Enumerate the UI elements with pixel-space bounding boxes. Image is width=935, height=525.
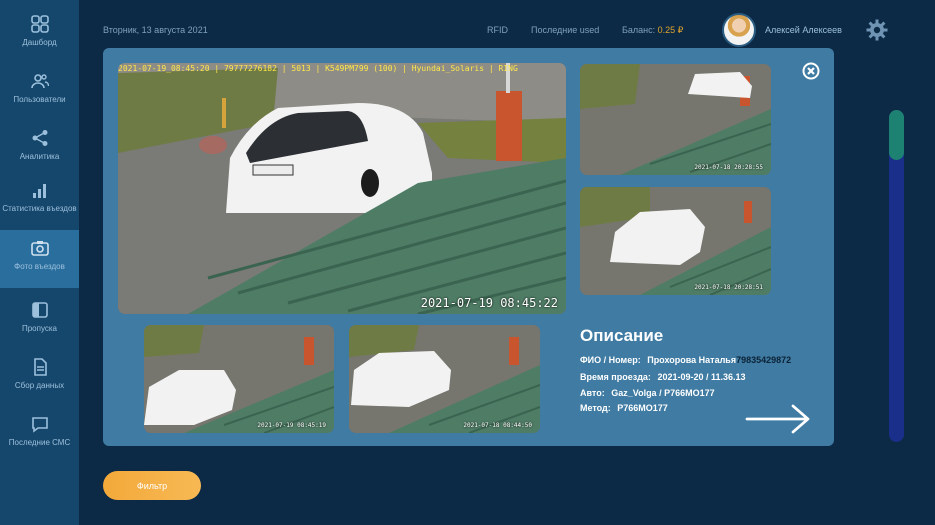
auto-label: Авто: (580, 388, 605, 398)
description-title: Описание (580, 326, 664, 345)
description-time-row: Время проезда: 2021-09-20 / 11.36.13 (580, 372, 746, 382)
thumb-photo-1[interactable]: 2021-07-18 20:28:55 (580, 64, 771, 175)
sidebar-item-users[interactable]: Пользователи (0, 63, 79, 119)
arrow-right-icon[interactable] (745, 402, 811, 436)
header-balance: Баланс: 0.25 ₽ (622, 25, 683, 36)
sidebar-item-label: Статистика въездов (2, 204, 77, 213)
main-photo[interactable]: 2021-07-19_08:45:20 | 79777276182 | 5013… (118, 63, 566, 314)
description-method-row: Метод: Р766МО177 (580, 403, 668, 413)
sidebar-item-entry-stats[interactable]: Статистика въездов (0, 172, 79, 228)
description-auto-row: Авто: Gaz_Volga / Р766МО177 (580, 388, 715, 398)
sidebar-item-dashboard[interactable]: Дашборд (0, 6, 79, 62)
header-date: Вторник, 13 августа 2021 (103, 25, 208, 35)
fio-value: Прохорова Наталья (647, 355, 737, 365)
scrollbar-thumb[interactable] (889, 110, 904, 160)
camera-icon (30, 238, 50, 258)
description-fio-row: ФИО / Номер: Прохорова Наталья7983542987… (580, 355, 791, 365)
sidebar-item-analytics[interactable]: Аналитика (0, 120, 79, 176)
fio-phone: 79835429872 (736, 355, 792, 365)
filter-button[interactable]: Фильтр (103, 471, 201, 500)
fio-label: ФИО / Номер: (580, 355, 641, 365)
auto-value: Gaz_Volga / Р766МО177 (611, 388, 715, 398)
chat-icon (30, 414, 50, 434)
balance-label: Баланс: (622, 25, 656, 35)
sidebar-item-label: Пропуска (21, 324, 57, 333)
thumb-photo-3[interactable]: 2021-07-19 08:45:19 (144, 325, 334, 433)
sidebar-item-label: Аналитика (19, 152, 60, 161)
thumb-photo-2[interactable]: 2021-07-18 20:28:51 (580, 187, 771, 295)
user-name[interactable]: Алексей Алексеев (765, 25, 842, 35)
thumb-photo-4[interactable]: 2021-07-18 08:44:50 (349, 325, 540, 433)
gear-icon[interactable] (866, 19, 888, 41)
thumb-timestamp: 2021-07-18 20:28:55 (694, 164, 763, 171)
avatar[interactable] (722, 13, 756, 47)
main-photo-overlay: 2021-07-19_08:45:20 | 79777276182 | 5013… (118, 64, 518, 73)
sidebar-item-last-sms[interactable]: Последние СМС (0, 406, 79, 462)
sidebar-item-passes[interactable]: Пропуска (0, 292, 79, 348)
sidebar-item-label: Фото въездов (14, 262, 65, 271)
header-rfid-link[interactable]: RFID (487, 25, 508, 35)
share-icon (30, 128, 50, 148)
time-value: 2021-09-20 / 11.36.13 (657, 372, 746, 382)
sidebar-item-label: Последние СМС (8, 438, 71, 447)
balance-value: 0.25 ₽ (657, 25, 684, 35)
time-label: Время проезда: (580, 372, 651, 382)
thumb-timestamp: 2021-07-18 20:28:51 (694, 284, 763, 291)
method-label: Метод: (580, 403, 611, 413)
users-icon (30, 71, 50, 91)
sidebar-item-data-collection[interactable]: Сбор данных (0, 349, 79, 405)
bar-chart-icon (30, 180, 50, 200)
sidebar-item-entry-photos[interactable]: Фото въездов (0, 230, 79, 288)
thumb-timestamp: 2021-07-19 08:45:19 (257, 422, 326, 429)
sidebar-item-label: Дашборд (22, 38, 57, 47)
method-value: Р766МО177 (617, 403, 668, 413)
sidebar-item-label: Пользователи (13, 95, 66, 104)
sidebar-item-label: Сбор данных (14, 381, 65, 390)
thumb-timestamp: 2021-07-18 08:44:50 (463, 422, 532, 429)
header-last-used-link[interactable]: Последние used (531, 25, 599, 35)
sidebar: Дашборд Пользователи Аналитика Статистик… (0, 0, 79, 525)
document-icon (30, 357, 50, 377)
dashboard-icon (30, 14, 50, 34)
main-photo-timestamp: 2021-07-19 08:45:22 (420, 296, 558, 310)
close-icon[interactable] (802, 62, 820, 80)
pass-icon (30, 300, 50, 320)
